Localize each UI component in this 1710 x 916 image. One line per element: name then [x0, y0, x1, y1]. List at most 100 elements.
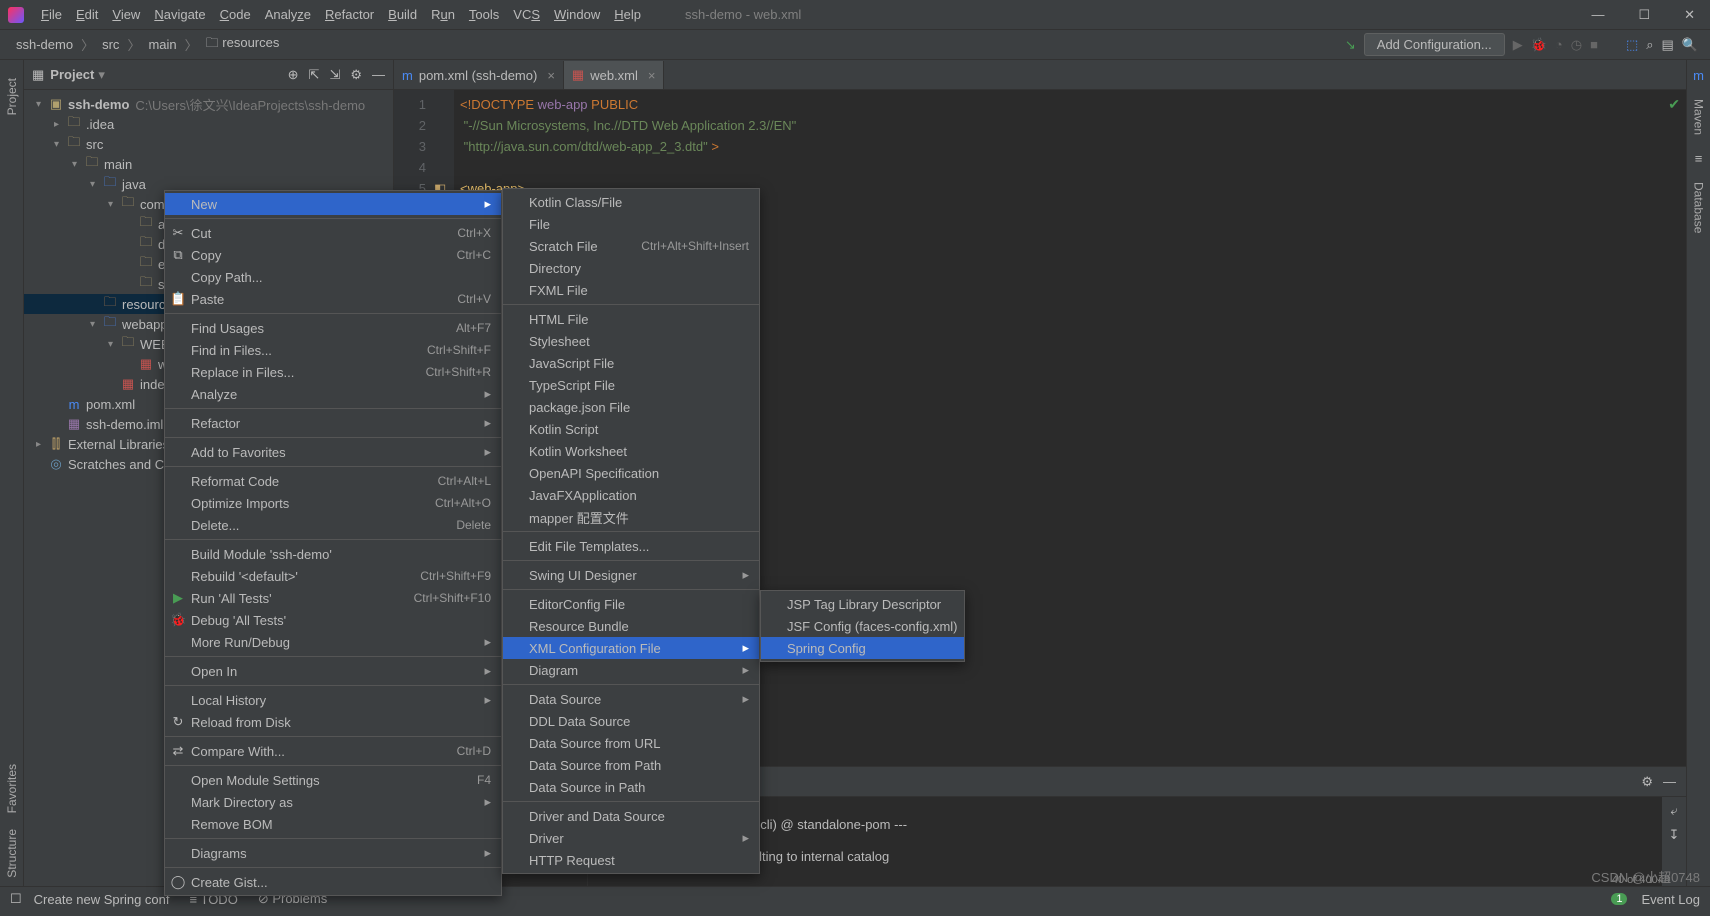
menu-item[interactable]: Analyze▸	[165, 383, 501, 405]
menu-item[interactable]: Spring Config	[761, 637, 964, 659]
find-icon[interactable]: 🔍	[1682, 37, 1698, 53]
menu-item[interactable]: Add to Favorites▸	[165, 441, 501, 463]
menu-tools[interactable]: Tools	[462, 7, 506, 22]
hide-icon[interactable]: —	[1663, 774, 1676, 790]
menu-item[interactable]: Stylesheet	[503, 330, 759, 352]
menu-item[interactable]: Local History▸	[165, 689, 501, 711]
context-menu[interactable]: New▸ ✂CutCtrl+X⧉CopyCtrl+CCopy Path...📋Pa…	[164, 190, 502, 896]
structure-vtab[interactable]: Structure	[3, 821, 21, 886]
menu-view[interactable]: View	[105, 7, 147, 22]
menu-run[interactable]: Run	[424, 7, 462, 22]
menu-item[interactable]: HTML File	[503, 308, 759, 330]
menu-item[interactable]: OpenAPI Specification	[503, 462, 759, 484]
menu-item[interactable]: Data Source in Path	[503, 776, 759, 798]
maven-vtab[interactable]: Maven	[1690, 95, 1708, 139]
menu-item[interactable]: ✂CutCtrl+X	[165, 222, 501, 244]
menu-item[interactable]: Find in Files...Ctrl+Shift+F	[165, 339, 501, 361]
menu-item[interactable]: ▶Run 'All Tests'Ctrl+Shift+F10	[165, 587, 501, 609]
search-icon[interactable]: ⌕	[1646, 37, 1653, 53]
menu-item[interactable]: Mark Directory as▸	[165, 791, 501, 813]
menu-window[interactable]: Window	[547, 7, 607, 22]
gear-icon[interactable]: ⚙	[1641, 774, 1653, 790]
menu-item[interactable]: Build Module 'ssh-demo'	[165, 543, 501, 565]
breadcrumb[interactable]: main	[144, 37, 180, 52]
menu-item[interactable]: Open In▸	[165, 660, 501, 682]
menu-item[interactable]: Data Source from URL	[503, 732, 759, 754]
menu-item[interactable]: New▸	[165, 193, 501, 215]
menu-item[interactable]: Kotlin Class/File	[503, 191, 759, 213]
soft-wrap-icon[interactable]: ⤶	[1670, 803, 1677, 819]
locate-icon[interactable]: ⊕	[288, 67, 299, 83]
menu-item[interactable]: Find UsagesAlt+F7	[165, 317, 501, 339]
menu-item[interactable]: Optimize ImportsCtrl+Alt+O	[165, 492, 501, 514]
menu-item[interactable]: JavaFXApplication	[503, 484, 759, 506]
profile-icon[interactable]: ◷	[1571, 37, 1582, 53]
menu-item[interactable]: Data Source from Path	[503, 754, 759, 776]
favorites-vtab[interactable]: Favorites	[3, 756, 21, 821]
menu-item[interactable]: Copy Path...	[165, 266, 501, 288]
menu-item[interactable]: ⧉CopyCtrl+C	[165, 244, 501, 266]
tab-webxml[interactable]: ▦web.xml×	[564, 61, 665, 89]
breadcrumb[interactable]: src	[98, 37, 123, 52]
menu-item[interactable]: Driver▸	[503, 827, 759, 849]
structure-icon[interactable]: ▤	[1662, 37, 1674, 53]
close-icon[interactable]: ×	[648, 68, 656, 83]
menu-code[interactable]: Code	[213, 7, 258, 22]
menu-item[interactable]: HTTP Request	[503, 849, 759, 871]
new-submenu[interactable]: Kotlin Class/FileFileScratch FileCtrl+Al…	[502, 188, 760, 874]
menu-item[interactable]: ⇄Compare With...Ctrl+D	[165, 740, 501, 762]
menu-item[interactable]: ◯Create Gist...	[165, 871, 501, 893]
menu-help[interactable]: Help	[607, 7, 648, 22]
menu-item[interactable]: 🐞Debug 'All Tests'	[165, 609, 501, 631]
menu-item[interactable]: EditorConfig File	[503, 593, 759, 615]
menu-vcs[interactable]: VCS	[506, 7, 547, 22]
gear-icon[interactable]: ⚙	[350, 67, 362, 83]
tab-pom[interactable]: mpom.xml (ssh-demo)×	[394, 61, 564, 89]
menu-item[interactable]: Kotlin Worksheet	[503, 440, 759, 462]
menu-item[interactable]: Rebuild '<default>'Ctrl+Shift+F9	[165, 565, 501, 587]
maximize-button[interactable]: ☐	[1631, 7, 1657, 23]
breadcrumb[interactable]: ssh-demo	[12, 37, 77, 52]
project-dropdown-icon[interactable]: ▦	[32, 67, 44, 83]
collapse-icon[interactable]: ⇱	[309, 67, 320, 83]
event-log-button[interactable]: Event Log	[1641, 892, 1700, 907]
stop-icon[interactable]: ■	[1590, 37, 1598, 52]
menu-item[interactable]: Diagrams▸	[165, 842, 501, 864]
minimize-button[interactable]: —	[1584, 7, 1611, 23]
menu-item[interactable]: 📋PasteCtrl+V	[165, 288, 501, 310]
menu-item[interactable]: Scratch FileCtrl+Alt+Shift+Insert	[503, 235, 759, 257]
menu-item[interactable]: TypeScript File	[503, 374, 759, 396]
menu-refactor[interactable]: Refactor	[318, 7, 381, 22]
menu-build[interactable]: Build	[381, 7, 424, 22]
menu-item[interactable]: package.json File	[503, 396, 759, 418]
menu-item[interactable]: Kotlin Script	[503, 418, 759, 440]
menu-item[interactable]: File	[503, 213, 759, 235]
menu-edit[interactable]: Edit	[69, 7, 105, 22]
menu-item[interactable]: JavaScript File	[503, 352, 759, 374]
add-configuration-button[interactable]: Add Configuration...	[1364, 33, 1505, 56]
menu-item[interactable]: DDL Data Source	[503, 710, 759, 732]
menu-item[interactable]: Directory	[503, 257, 759, 279]
menu-item[interactable]: Data Source▸	[503, 688, 759, 710]
menu-item[interactable]: XML Configuration File▸	[503, 637, 759, 659]
run-icon[interactable]: ▶	[1513, 37, 1523, 53]
menu-item[interactable]: Swing UI Designer▸	[503, 564, 759, 586]
hammer-icon[interactable]: ↘	[1345, 37, 1356, 53]
close-button[interactable]: ✕	[1677, 7, 1702, 23]
chevron-down-icon[interactable]: ▾	[98, 67, 105, 83]
project-panel-title[interactable]: Project	[50, 67, 94, 82]
coverage-icon[interactable]: ◔	[1555, 37, 1563, 52]
menu-item[interactable]: Open Module SettingsF4	[165, 769, 501, 791]
hide-icon[interactable]: —	[372, 67, 385, 83]
breadcrumb[interactable]: 🗀 resources	[202, 34, 284, 56]
xml-config-submenu[interactable]: JSP Tag Library DescriptorJSF Config (fa…	[760, 590, 965, 662]
event-log-badge[interactable]: 1	[1611, 893, 1627, 905]
menu-analyze[interactable]: Analyze	[258, 7, 318, 22]
menu-navigate[interactable]: Navigate	[147, 7, 212, 22]
debug-icon[interactable]: 🐞	[1531, 37, 1547, 53]
menu-item[interactable]: Edit File Templates...	[503, 535, 759, 557]
menu-item[interactable]: More Run/Debug▸	[165, 631, 501, 653]
close-icon[interactable]: ×	[547, 68, 555, 83]
menu-file[interactable]: File	[34, 7, 69, 22]
menu-item[interactable]: Driver and Data Source	[503, 805, 759, 827]
